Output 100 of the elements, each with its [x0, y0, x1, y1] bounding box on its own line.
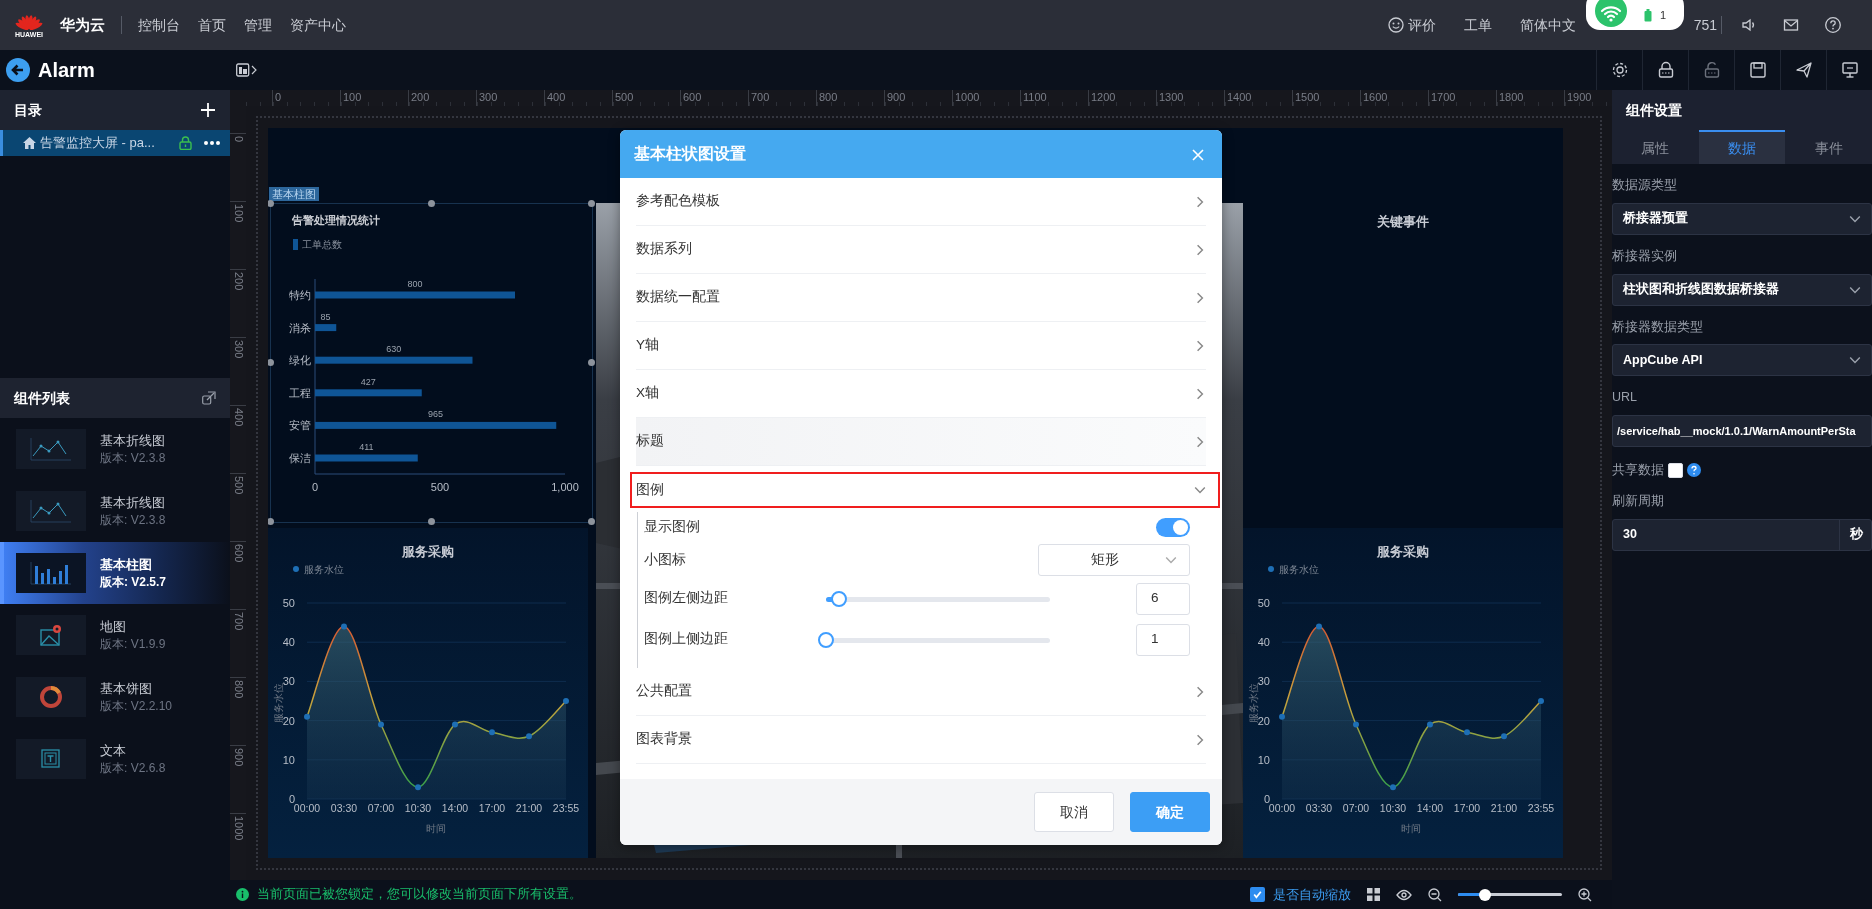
value-label: 800: [407, 279, 423, 289]
slider-thumb[interactable]: [818, 631, 834, 648]
category-label: 保洁: [289, 452, 311, 464]
data-point: [415, 784, 421, 791]
chevron-right-icon: [1194, 435, 1206, 448]
select-field[interactable]: 矩形: [1038, 544, 1190, 576]
widget-tag: 基本柱图: [269, 187, 319, 201]
tree-label: 告警监控大屏 - pa...: [40, 134, 156, 153]
save-icon: [1747, 60, 1768, 80]
cancel-button[interactable]: 取消: [1034, 792, 1114, 832]
slider-thumb[interactable]: [1479, 888, 1492, 901]
component-version: 版本: V2.5.7: [100, 573, 167, 590]
nav-link[interactable]: 控制台: [138, 14, 180, 36]
resize-handle[interactable]: [268, 518, 274, 525]
tree-item[interactable]: 告警监控大屏 - pa...: [0, 130, 230, 156]
account-name[interactable]: 751: [1693, 14, 1717, 36]
mail-icon[interactable]: [1782, 16, 1800, 34]
number-field[interactable]: 1: [1136, 623, 1190, 656]
checkbox[interactable]: [1250, 887, 1265, 902]
tick-label: 23:55: [552, 802, 580, 814]
field-label: 桥接器数据类型: [1612, 318, 1704, 336]
data-point: [489, 729, 495, 736]
section-header[interactable]: 图例: [630, 472, 1220, 508]
legend-label: 服务水位: [1279, 564, 1319, 575]
tick-label: 40: [1257, 636, 1270, 649]
field-label: 数据源类型: [1612, 177, 1678, 194]
slider-thumb[interactable]: [831, 590, 848, 607]
section-header[interactable]: Y轴: [636, 322, 1206, 370]
brand-name: 华为云: [60, 14, 105, 35]
section-header[interactable]: 图表背景: [636, 716, 1206, 764]
section-header[interactable]: 参考配色模板: [636, 178, 1206, 226]
plus-icon[interactable]: [200, 102, 216, 118]
legend-label: 工单总数: [302, 239, 342, 250]
select-field[interactable]: 桥接器预置: [1612, 202, 1872, 235]
input-field[interactable]: /service/hab__mock/1.0.1/WarnAmountPerSta: [1612, 415, 1872, 447]
tick-label: 0: [311, 481, 319, 493]
expand-icon[interactable]: [202, 391, 216, 405]
category-label: 绿化: [289, 354, 311, 367]
help-icon[interactable]: [1824, 16, 1842, 34]
grid-icon[interactable]: [1367, 888, 1380, 901]
help-icon[interactable]: [1687, 463, 1701, 478]
component-item[interactable]: 基本折线图 版本: V2.3.8: [0, 480, 230, 542]
tab[interactable]: 数据: [1698, 130, 1786, 164]
nav-link[interactable]: 首页: [198, 14, 226, 36]
section-header[interactable]: 公共配置: [636, 668, 1206, 716]
section-header[interactable]: 数据系列: [636, 226, 1206, 274]
resize-handle[interactable]: [588, 200, 595, 207]
more-icon[interactable]: [204, 141, 220, 145]
data-point: [341, 623, 347, 630]
checkbox[interactable]: [1668, 462, 1683, 478]
resize-handle[interactable]: [268, 359, 274, 366]
tick-label: 30: [282, 675, 295, 688]
resize-handle[interactable]: [588, 359, 595, 366]
resize-handle[interactable]: [588, 518, 595, 525]
tick-label: 21:00: [515, 802, 543, 814]
tick-label: 0: [1263, 793, 1270, 805]
component-name: 基本柱图: [100, 556, 153, 574]
component-item[interactable]: 基本饼图 版本: V2.2.10: [0, 666, 230, 728]
tick-label: 17:00: [478, 802, 506, 814]
component-item[interactable]: 文本 版本: V2.6.8: [0, 728, 230, 790]
select-field[interactable]: 柱状图和折线图数据桥接器: [1612, 273, 1872, 306]
resize-handle[interactable]: [268, 200, 274, 207]
resize-handle[interactable]: [427, 518, 435, 525]
tick-label: 00:00: [293, 802, 321, 814]
tick-label: 500: [430, 481, 450, 493]
component-item[interactable]: 地图 版本: V1.9.9: [0, 604, 230, 666]
chevron-right-icon: [1194, 733, 1206, 746]
zoom-out-icon[interactable]: [1428, 887, 1442, 902]
home-icon: [23, 137, 36, 149]
data-point: [1501, 733, 1507, 740]
chevron-down-icon: [1194, 484, 1206, 496]
zoom-in-icon[interactable]: [1578, 887, 1592, 902]
battery-icon: [1644, 8, 1652, 22]
input-field[interactable]: 30: [1623, 525, 1839, 544]
resize-handle[interactable]: [427, 200, 435, 207]
nav-link[interactable]: 管理: [244, 14, 272, 36]
select-field[interactable]: AppCube API: [1612, 344, 1872, 377]
category-label: 工程: [289, 386, 311, 399]
section-header[interactable]: 数据统一配置: [636, 274, 1206, 322]
nav-link[interactable]: 资产中心: [290, 14, 346, 36]
number-field[interactable]: 6: [1136, 582, 1190, 615]
toggle-switch[interactable]: [1156, 517, 1190, 537]
header-link[interactable]: 工单: [1463, 14, 1492, 36]
feedback-link[interactable]: 评价: [1387, 14, 1436, 36]
checkmark-icon: [1252, 889, 1263, 900]
section-header[interactable]: 标题: [636, 418, 1206, 466]
value-label: 411: [359, 442, 374, 452]
legend-marker: [293, 566, 299, 572]
component-item[interactable]: 基本折线图 版本: V2.3.8: [0, 418, 230, 480]
value-label: 427: [360, 376, 376, 387]
back-icon[interactable]: [6, 58, 30, 82]
chevron-right-icon: [1194, 339, 1206, 352]
field-label: 共享数据: [1612, 462, 1664, 479]
value-label: 85: [320, 311, 331, 322]
value-label: 965: [428, 409, 444, 420]
checkbox-label: 是否自动缩放: [1273, 885, 1351, 904]
header-link[interactable]: 简体中文: [1519, 14, 1576, 36]
chevron-right-icon: [1194, 291, 1206, 304]
eye-icon[interactable]: [1396, 888, 1412, 901]
chevron-right-icon: [1194, 387, 1206, 400]
